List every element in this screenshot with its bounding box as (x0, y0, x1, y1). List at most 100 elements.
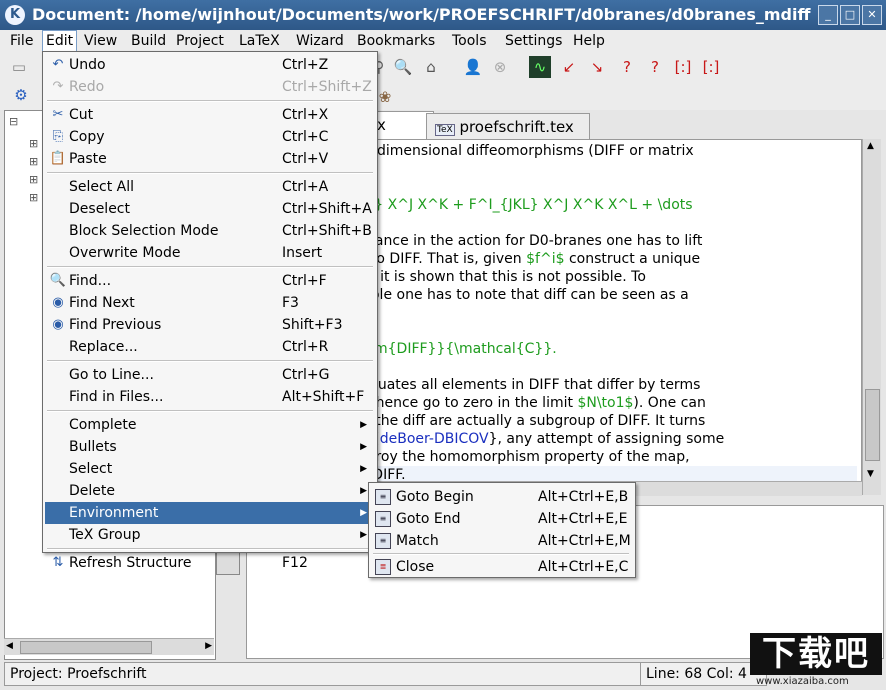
submenu-arrow-icon: ▶ (360, 508, 367, 518)
previous-mark-icon[interactable]: ↙ (558, 56, 580, 78)
next-mark-icon[interactable]: ↘ (586, 56, 608, 78)
tab-proefschrift-tex[interactable]: TeX proefschrift.tex (426, 113, 590, 140)
menu-item-redo[interactable]: ↷ Redo Ctrl+Shift+Z (45, 76, 375, 98)
menu-item-find-in-files[interactable]: Find in Files... Alt+Shift+F (45, 386, 375, 408)
code-token: }, any attempt of assigning some (488, 431, 725, 447)
user-icon[interactable]: 👤 (462, 56, 484, 78)
tree-horizontal-scrollbar[interactable]: ◀ ▶ (4, 638, 214, 655)
menu-item-shortcut: F3 (282, 295, 299, 311)
watermark-text: 下载吧 (750, 633, 882, 675)
tree-expander-icon[interactable]: ⊟ (9, 115, 18, 128)
menu-item-shortcut: Ctrl+R (282, 339, 329, 355)
scroll-down-icon[interactable]: ▼ (867, 469, 874, 479)
menu-item-label: Find... (69, 273, 112, 289)
menu-item-label: Find Previous (69, 317, 162, 333)
scroll-right-icon[interactable]: ▶ (205, 641, 212, 651)
code-token: $f^i$ (526, 251, 565, 267)
menu-item-find-next[interactable]: ◉ Find Next F3 (45, 292, 375, 314)
menu-item-label: Redo (69, 79, 105, 95)
menu-tools[interactable]: Tools (449, 32, 490, 50)
menu-item-select[interactable]: Select ▶ (45, 458, 375, 480)
help-question-2-icon[interactable]: ? (644, 56, 666, 78)
submenu-arrow-icon: ▶ (360, 464, 367, 474)
editor-vertical-scrollbar[interactable]: ▲ ▼ (862, 139, 881, 495)
menu-settings[interactable]: Settings (502, 32, 565, 50)
tree-expander-icon[interactable]: ⊞ (29, 191, 38, 204)
menu-build[interactable]: Build (128, 32, 169, 50)
menu-item-select-all[interactable]: Select All Ctrl+A (45, 176, 375, 198)
minimize-button[interactable]: _ (818, 5, 838, 25)
menu-item-refresh-structure[interactable]: ⇅ Refresh Structure F12 (45, 552, 375, 574)
tab-label: proefschrift.tex (459, 118, 574, 136)
cursor-position: Line: 68 Col: 4 (640, 662, 767, 686)
maximize-button[interactable]: □ (840, 5, 860, 25)
submenu-arrow-icon: ▶ (360, 530, 367, 540)
kile-logo-icon[interactable]: K (5, 5, 25, 25)
bracket-2-icon[interactable]: [:] (700, 56, 722, 78)
find-previous-icon: ◉ (52, 317, 64, 332)
menu-item-deselect[interactable]: Deselect Ctrl+Shift+A (45, 198, 375, 220)
redo-icon: ↷ (52, 79, 64, 94)
env-menu-item-goto-begin[interactable]: ≡ Goto Begin Alt+Ctrl+E,B (371, 486, 633, 508)
tree-expander-icon[interactable]: ⊞ (29, 155, 38, 168)
help-question-icon[interactable]: ? (616, 56, 638, 78)
quick-build-icon[interactable]: ⚙ (10, 84, 32, 106)
menu-wizard[interactable]: Wizard (293, 32, 347, 50)
new-file-icon[interactable]: ▭ (8, 56, 30, 78)
menu-item-cut[interactable]: ✂ Cut Ctrl+X (45, 104, 375, 126)
menu-separator (47, 172, 373, 174)
tree-expander-icon[interactable]: ⊞ (29, 173, 38, 186)
menu-item-label: Close (396, 559, 435, 575)
menu-item-label: Cut (69, 107, 94, 123)
menu-item-complete[interactable]: Complete ▶ (45, 414, 375, 436)
title-bar: K Document: /home/wijnhout/Documents/wor… (0, 0, 886, 30)
chart-icon[interactable]: ∿ (529, 56, 551, 78)
menu-edit[interactable]: Edit (42, 30, 78, 52)
menu-item-paste[interactable]: 📋 Paste Ctrl+V (45, 148, 375, 170)
menu-help[interactable]: Help (570, 32, 608, 50)
menu-item-delete[interactable]: Delete ▶ (45, 480, 375, 502)
menu-item-label: Select (69, 461, 113, 477)
env-menu-item-match[interactable]: ≡ Match Alt+Ctrl+E,M (371, 530, 633, 552)
scroll-left-icon[interactable]: ◀ (6, 641, 13, 651)
close-button[interactable]: ✕ (862, 5, 882, 25)
menu-item-label: Undo (69, 57, 106, 73)
env-menu-item-goto-end[interactable]: ≡ Goto End Alt+Ctrl+E,E (371, 508, 633, 530)
menu-separator (47, 100, 373, 102)
menu-separator (47, 266, 373, 268)
env-menu-item-close[interactable]: ≣ Close Alt+Ctrl+E,C (371, 556, 633, 578)
menu-latex[interactable]: LaTeX (236, 32, 283, 50)
menu-item-shortcut: Ctrl+C (282, 129, 329, 145)
menu-item-label: Paste (69, 151, 107, 167)
menu-project[interactable]: Project (173, 32, 227, 50)
magnify-icon[interactable]: 🔍 (392, 56, 414, 78)
menu-item-find[interactable]: 🔍 Find... Ctrl+F (45, 270, 375, 292)
menu-item-label: Copy (69, 129, 105, 145)
menu-item-overwrite-mode[interactable]: Overwrite Mode Insert (45, 242, 375, 264)
menu-view[interactable]: View (81, 32, 120, 50)
menu-bookmarks[interactable]: Bookmarks (354, 32, 438, 50)
bracket-icon[interactable]: [:] (672, 56, 694, 78)
menu-item-replace[interactable]: Replace... Ctrl+R (45, 336, 375, 358)
find-next-icon: ◉ (52, 295, 64, 310)
scroll-thumb[interactable] (865, 389, 880, 461)
menu-item-undo[interactable]: ↶ Undo Ctrl+Z (45, 54, 375, 76)
menu-item-copy[interactable]: ⎘ Copy Ctrl+C (45, 126, 375, 148)
menu-item-label: Refresh Structure (69, 555, 192, 571)
menu-item-find-previous[interactable]: ◉ Find Previous Shift+F3 (45, 314, 375, 336)
menu-file[interactable]: File (7, 32, 36, 50)
menu-item-bullets[interactable]: Bullets ▶ (45, 436, 375, 458)
menu-item-tex-group[interactable]: TeX Group ▶ (45, 524, 375, 546)
environment-match-icon: ≡ (375, 533, 391, 549)
network-icon[interactable]: ⌂ (420, 56, 442, 78)
code-token: dimensional diffeomorphisms (DIFF or mat… (372, 143, 694, 159)
menu-item-go-to-line[interactable]: Go to Line... Ctrl+G (45, 364, 375, 386)
scroll-up-icon[interactable]: ▲ (867, 141, 874, 151)
scroll-thumb[interactable] (20, 641, 152, 654)
tree-expander-icon[interactable]: ⊞ (29, 137, 38, 150)
menu-item-environment[interactable]: Environment ▶ (45, 502, 375, 524)
menu-item-shortcut: Ctrl+Shift+B (282, 223, 372, 239)
copy-icon: ⎘ (52, 129, 64, 144)
stop-icon[interactable]: ⊗ (489, 56, 511, 78)
menu-item-block-selection-mode[interactable]: Block Selection Mode Ctrl+Shift+B (45, 220, 375, 242)
